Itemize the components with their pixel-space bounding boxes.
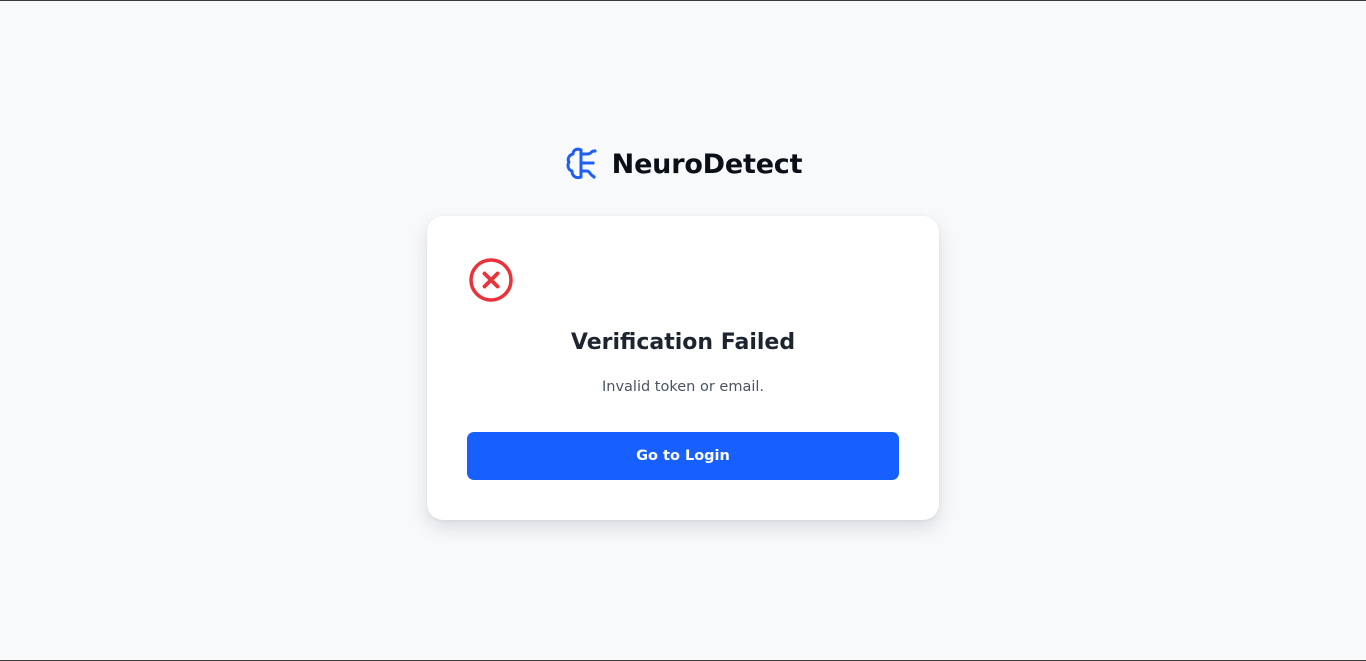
x-circle-icon (468, 257, 514, 303)
brand-name: NeuroDetect (611, 148, 803, 180)
error-message: Invalid token or email. (602, 379, 764, 395)
card-title: Verification Failed (570, 330, 796, 355)
go-to-login-button[interactable]: Go to Login (467, 432, 899, 480)
brain-icon (564, 145, 602, 183)
verification-card: Verification Failed Invalid token or ema… (427, 216, 939, 520)
brand-header: NeuroDetect (0, 144, 1366, 184)
